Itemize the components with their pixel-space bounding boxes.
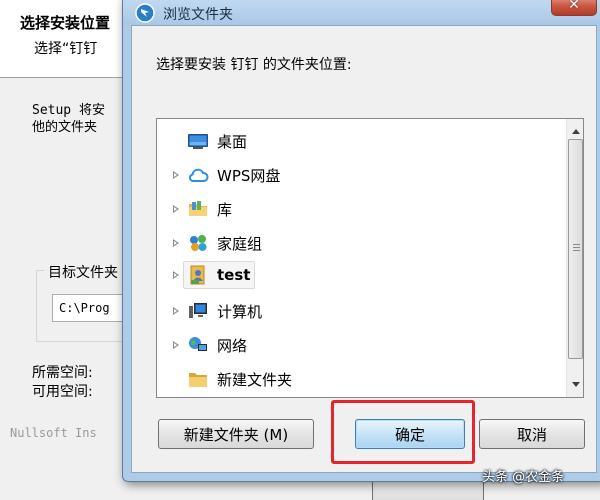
network-icon	[189, 337, 207, 351]
expand-arrow-icon[interactable]	[171, 339, 181, 351]
expand-arrow-icon[interactable]	[171, 305, 181, 317]
tree-item-label: WPS网盘	[217, 166, 281, 185]
dialog-title: 浏览文件夹	[163, 7, 233, 23]
tree-item-label: test	[217, 266, 251, 284]
dialog-titlebar[interactable]: 浏览文件夹 ✕	[123, 0, 600, 25]
destination-group-label: 目标文件夹	[44, 262, 122, 282]
annotation-highlight-box	[331, 400, 475, 464]
close-button[interactable]: ✕	[551, 0, 597, 16]
desktop-icon	[188, 134, 208, 149]
tree-item-label: 桌面	[217, 132, 248, 151]
scroll-down-icon[interactable]	[567, 376, 584, 393]
space-info: 所需空间: 可用空间:	[32, 364, 93, 402]
tree-item-network[interactable]: 网络	[157, 329, 557, 361]
tree-item-label: 家庭组	[217, 234, 263, 253]
cancel-button[interactable]: 取消	[479, 419, 585, 449]
expand-arrow-icon[interactable]	[171, 237, 181, 249]
user-folder-icon	[190, 265, 205, 285]
tree-item-label: 库	[217, 200, 233, 219]
tree-item-wps-cloud[interactable]: WPS网盘	[157, 159, 557, 191]
watermark: 头条 @农金条	[482, 470, 565, 485]
tree-item-new-folder[interactable]: 新建文件夹	[157, 363, 557, 395]
dialog-prompt: 选择要安装 钉钉 的文件夹位置:	[156, 57, 352, 73]
close-icon: ✕	[568, 0, 580, 13]
space-available-label: 可用空间:	[32, 384, 93, 400]
installer-title: 选择安装位置	[20, 14, 111, 32]
nullsoft-brand: Nullsoft Ins	[10, 426, 97, 440]
homegroup-icon	[190, 235, 207, 251]
expand-arrow-icon[interactable]	[171, 203, 181, 215]
tree-item-label: 计算机	[217, 302, 263, 321]
folder-icon	[189, 373, 207, 387]
scroll-up-icon[interactable]	[567, 123, 584, 140]
installer-subtitle: 选择“钉钉	[34, 41, 98, 57]
tree-item-library[interactable]: 库	[157, 193, 557, 225]
scrollbar-thumb[interactable]	[568, 139, 583, 359]
expand-arrow-icon[interactable]	[171, 169, 181, 181]
new-folder-button[interactable]: 新建文件夹 (M)	[158, 419, 314, 449]
tree-item-label: 网络	[217, 336, 248, 355]
folder-tree[interactable]: 桌面 WPS网盘 库 家庭组 test 计算机 网络 新建文件夹	[156, 118, 584, 398]
tree-item-desktop[interactable]: 桌面	[157, 125, 557, 157]
space-required-label: 所需空间:	[32, 365, 93, 381]
tree-item-label: 新建文件夹	[217, 370, 293, 389]
tree-item-test[interactable]: test	[157, 259, 557, 291]
tree-item-computer[interactable]: 计算机	[157, 295, 557, 327]
tree-item-homegroup[interactable]: 家庭组	[157, 227, 557, 259]
tree-scrollbar[interactable]	[566, 119, 583, 397]
library-icon	[189, 201, 207, 216]
cloud-icon	[188, 168, 209, 182]
app-icon	[135, 3, 155, 23]
expand-arrow-icon[interactable]	[171, 269, 181, 281]
computer-icon	[189, 303, 207, 318]
